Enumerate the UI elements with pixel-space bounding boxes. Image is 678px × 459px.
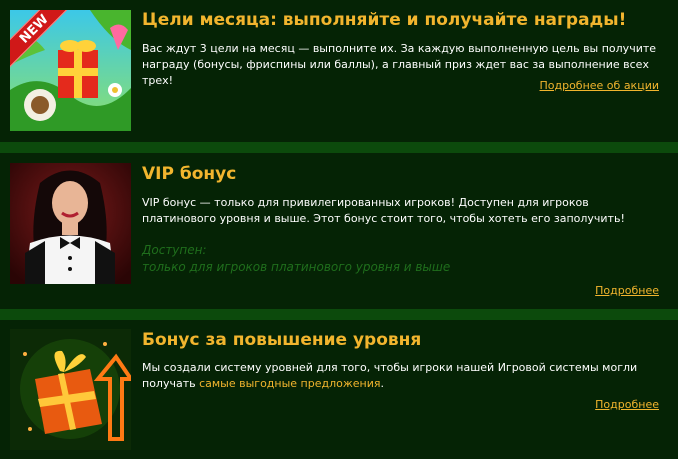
promo-title: VIP бонус	[142, 164, 237, 184]
promo-title: Бонус за повышение уровня	[142, 330, 422, 350]
promo-separator	[0, 142, 678, 153]
promo-image-vip-bonus[interactable]	[10, 163, 131, 284]
promo-description: Мы создали систему уровней для того, что…	[142, 360, 662, 392]
availability-value: только для игроков платинового уровня и …	[142, 260, 451, 274]
promo-card-monthly-goals: NEW Цели месяца: выполняйте и получайте …	[0, 0, 678, 142]
gift-arrow-illustration	[10, 329, 131, 450]
description-suffix: .	[380, 377, 385, 390]
promo-details-link[interactable]: Подробнее	[595, 284, 659, 297]
promo-image-level-up-bonus[interactable]	[10, 329, 131, 450]
promo-card-level-up-bonus: Бонус за повышение уровня Мы создали сис…	[0, 320, 678, 459]
new-ribbon: NEW	[10, 10, 131, 131]
promo-title: Цели месяца: выполняйте и получайте нагр…	[142, 10, 627, 30]
promo-description: VIP бонус — только для привилегированных…	[142, 196, 625, 225]
new-badge: NEW	[10, 10, 77, 72]
availability-label: Доступен:	[142, 243, 207, 257]
promo-image-monthly-goals[interactable]: NEW	[10, 10, 131, 131]
description-highlight: самые выгодные предложения	[199, 377, 381, 390]
promo-details-link[interactable]: Подробнее	[595, 398, 659, 411]
new-badge-label: NEW	[16, 11, 52, 47]
promo-card-vip-bonus: VIP бонус VIP бонус — только для привиле…	[0, 153, 678, 309]
croupier-illustration	[10, 163, 131, 284]
promo-details-link[interactable]: Подробнее об акции	[539, 79, 659, 92]
promo-separator	[0, 309, 678, 320]
